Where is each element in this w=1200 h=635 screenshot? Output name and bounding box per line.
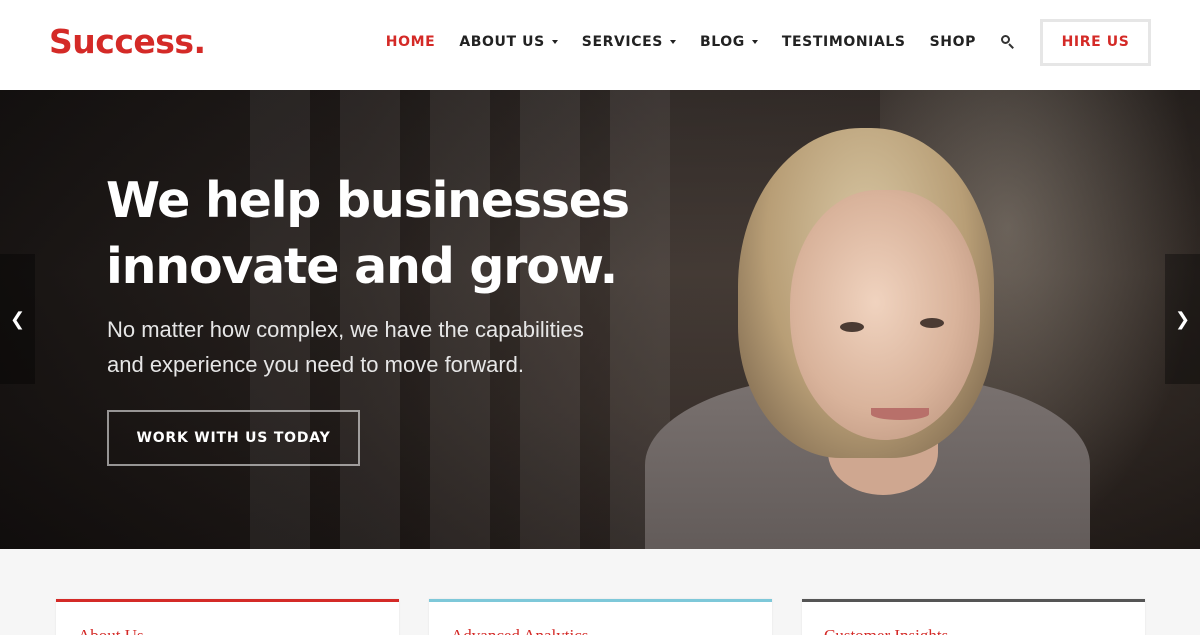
nav-item-label: HOME bbox=[385, 34, 436, 50]
feature-card-advanced-analytics[interactable]: Advanced Analytics bbox=[429, 599, 772, 635]
caret-down-icon bbox=[551, 40, 558, 44]
nav-item-label: SERVICES bbox=[581, 34, 663, 50]
hero-title-line: We help businesses bbox=[106, 172, 630, 229]
nav-item-testimonials[interactable]: TESTIMONIALS bbox=[782, 34, 906, 50]
hero-slider: We help businesses innovate and grow. No… bbox=[0, 90, 1200, 549]
hero-title: We help businesses innovate and grow. bbox=[106, 168, 666, 300]
hero-person-eye-left bbox=[840, 322, 864, 332]
slider-prev-button[interactable]: ❮ bbox=[0, 254, 35, 384]
site-logo[interactable]: Success. bbox=[49, 22, 206, 62]
search-icon-handle bbox=[1008, 43, 1014, 49]
feature-card-title[interactable]: About Us bbox=[78, 626, 144, 635]
feature-card-title[interactable]: Customer Insights bbox=[824, 626, 948, 635]
nav-item-shop[interactable]: SHOP bbox=[930, 34, 976, 50]
chevron-right-icon: ❯ bbox=[1174, 308, 1191, 330]
site-header: Success. HOME ABOUT US SERVICES BLOG TES… bbox=[0, 0, 1200, 90]
hero-subtitle-line: and experience you need to move forward. bbox=[107, 352, 525, 377]
caret-down-icon bbox=[669, 40, 676, 44]
hero-person-face bbox=[790, 190, 980, 440]
nav-item-label: BLOG bbox=[699, 34, 745, 50]
hero-title-line: innovate and grow. bbox=[106, 238, 618, 295]
nav-item-about-us[interactable]: ABOUT US bbox=[459, 34, 558, 50]
features-section: About Us Advanced Analytics Customer Ins… bbox=[0, 549, 1200, 635]
feature-card-about-us[interactable]: About Us bbox=[56, 599, 399, 635]
feature-card-title[interactable]: Advanced Analytics bbox=[451, 626, 588, 635]
nav-item-services[interactable]: SERVICES bbox=[582, 34, 676, 50]
hero-person-eye-right bbox=[920, 318, 944, 328]
nav-item-home[interactable]: HOME bbox=[386, 34, 436, 50]
caret-down-icon bbox=[751, 40, 758, 44]
nav-item-blog[interactable]: BLOG bbox=[700, 34, 758, 50]
work-with-us-button[interactable]: WORK WITH US TODAY bbox=[107, 410, 360, 466]
nav-item-label: SHOP bbox=[929, 34, 976, 50]
feature-card-customer-insights[interactable]: Customer Insights bbox=[802, 599, 1145, 635]
hero-person-mouth bbox=[871, 408, 929, 420]
chevron-left-icon: ❮ bbox=[9, 308, 26, 330]
nav-item-label: TESTIMONIALS bbox=[781, 34, 906, 50]
nav-item-label: ABOUT US bbox=[459, 34, 545, 50]
hero-subtitle-line: No matter how complex, we have the capab… bbox=[107, 317, 584, 342]
search-icon[interactable] bbox=[1000, 35, 1014, 49]
hero-subtitle: No matter how complex, we have the capab… bbox=[107, 312, 647, 382]
slider-next-button[interactable]: ❯ bbox=[1165, 254, 1200, 384]
hire-us-button[interactable]: HIRE US bbox=[1040, 18, 1151, 66]
main-nav: HOME ABOUT US SERVICES BLOG TESTIMONIALS… bbox=[386, 0, 1200, 84]
